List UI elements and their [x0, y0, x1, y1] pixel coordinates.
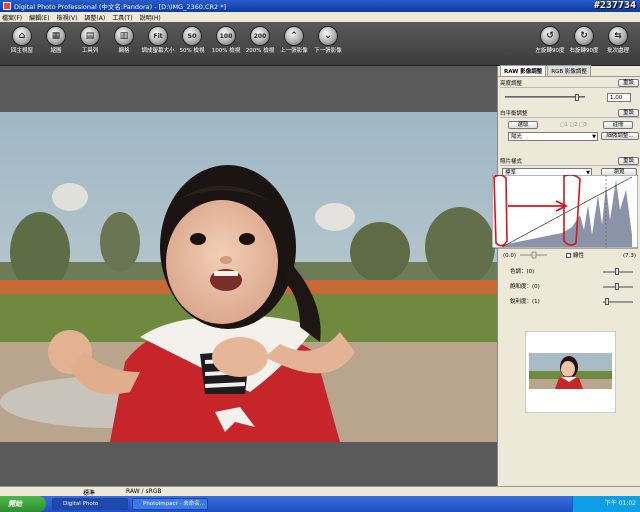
tool-palette-icon: ▤: [80, 26, 100, 46]
navigator-thumbnail[interactable]: [525, 331, 616, 413]
image-workspace: [0, 66, 497, 486]
tone-slider[interactable]: [603, 268, 633, 275]
home-icon: ⌂: [12, 26, 32, 46]
picture-style-label: 照片樣式: [500, 159, 523, 165]
brightness-slider[interactable]: [505, 94, 585, 101]
next-image-icon: ⌄: [318, 26, 338, 46]
thumbnail-icon: ▦: [46, 26, 66, 46]
menu-file[interactable]: 檔案(F): [2, 13, 22, 22]
previous-image-icon: ⌃: [284, 26, 304, 46]
menu-help[interactable]: 說明(H): [140, 13, 161, 22]
custom-wb-slots: □1 □2 □3: [560, 122, 587, 128]
main-window-button[interactable]: ⌂ 回主視窗: [4, 26, 40, 64]
white-balance-dropdown[interactable]: 陽光: [508, 132, 598, 141]
grid-icon: ▥: [114, 26, 134, 46]
white-balance-label: 白平衡調整: [500, 111, 528, 117]
tool-palette-button[interactable]: ▤ 工具列: [72, 26, 108, 64]
picture-style-reset-button[interactable]: 重設: [617, 157, 639, 165]
batch-process-button[interactable]: ⇆ 批次處理: [600, 26, 636, 64]
menu-edit[interactable]: 編輯(E): [29, 13, 49, 22]
sharpness-label: 銳利度：(1): [510, 299, 540, 305]
rotate-left-button[interactable]: ↺ 左旋轉90度: [532, 26, 568, 64]
start-button[interactable]: 開始: [0, 496, 46, 512]
range-high-value: (7.3): [623, 253, 637, 259]
menu-view[interactable]: 檢視(V): [57, 13, 78, 22]
menu-bar: 檔案(F) 編輯(E) 檢視(V) 調整(A) 工具(T) 說明(H): [0, 12, 640, 22]
fit-screen-icon: Fit: [148, 26, 168, 46]
windows-taskbar: 開始 Digital Photo Professio... PhotoImpac…: [0, 496, 640, 512]
fine-tune-button[interactable]: 細微調整...: [601, 132, 639, 140]
tab-raw-adjust[interactable]: RAW 影像調整: [500, 65, 547, 76]
zoom-100-button[interactable]: 100 100% 檢視: [208, 26, 244, 64]
tab-rgb-adjust[interactable]: RGB 影像調整: [547, 65, 591, 76]
rotate-left-icon: ↺: [540, 26, 560, 46]
task-photoimpact[interactable]: PhotoImpact - 未命名...: [132, 498, 208, 510]
linear-checkbox[interactable]: 線性: [566, 251, 584, 259]
task-dpp[interactable]: Digital Photo Professio...: [52, 498, 128, 510]
photo-image: [0, 112, 497, 442]
window-title-bar: Digital Photo Professional (中文名:Pandora)…: [0, 0, 640, 12]
sharpness-slider[interactable]: [603, 298, 633, 305]
brightness-reset-button[interactable]: 重設: [617, 79, 639, 87]
range-low-value: (0.0): [503, 253, 517, 259]
tone-slider-thumb[interactable]: [615, 268, 619, 275]
rotate-right-icon: ↻: [574, 26, 594, 46]
menu-adjust[interactable]: 調整(A): [84, 13, 105, 22]
saturation-label: 飽和度：(0): [510, 284, 540, 290]
menu-tools[interactable]: 工具(T): [112, 13, 132, 22]
tool-palette-tabs: RAW 影像調整 RGB 影像調整: [498, 65, 640, 77]
brightness-value-field[interactable]: 1.00: [607, 93, 631, 102]
register-button[interactable]: 註冊: [603, 121, 633, 129]
thumbnail-button[interactable]: ▦ 縮圖: [38, 26, 74, 64]
saturation-slider[interactable]: [603, 283, 633, 290]
zoom-50-button[interactable]: 50 50% 檢視: [174, 26, 210, 64]
rotate-right-button[interactable]: ↻ 右旋轉90度: [566, 26, 602, 64]
zoom-200-icon: 200: [250, 26, 270, 46]
tone-curve-histogram[interactable]: [492, 175, 638, 260]
zoom-50-icon: 50: [182, 26, 202, 46]
status-color-mode: RAW / sRGB: [126, 488, 162, 495]
watermark-id: #237734: [593, 0, 636, 11]
white-balance-reset-button[interactable]: 重設: [617, 109, 639, 117]
tool-palette: RAW 影像調整 RGB 影像調整 亮度調整 重設 1.00 白平衡調整 重設 …: [492, 65, 640, 486]
status-bar: 標準 RAW / sRGB: [0, 486, 640, 497]
photo-preview[interactable]: [0, 112, 497, 442]
brightness-slider-thumb[interactable]: [575, 94, 579, 101]
system-tray: 下午 01:02: [572, 496, 640, 512]
previous-image-button[interactable]: ⌃ 上一張影像: [276, 26, 312, 64]
brightness-section: 亮度調整 重設: [500, 79, 639, 88]
batch-process-icon: ⇆: [608, 26, 628, 46]
picture-style-section: 照片樣式 重設: [500, 157, 639, 166]
zoom-200-button[interactable]: 200 200% 檢視: [242, 26, 278, 64]
zoom-100-icon: 100: [216, 26, 236, 46]
white-balance-section: 白平衡調整 重設: [500, 109, 639, 118]
sharpness-slider-thumb[interactable]: [605, 298, 609, 305]
app-icon: [3, 2, 11, 10]
grid-button[interactable]: ▥ 網格: [106, 26, 142, 64]
main-toolbar: ⌂ 回主視窗 ▦ 縮圖 ▤ 工具列 ▥ 網格 Fit 調成螢幕大小 50 50%…: [0, 22, 640, 66]
tone-label: 色調：(0): [510, 269, 535, 275]
next-image-button[interactable]: ⌄ 下一張影像: [310, 26, 346, 64]
window-title: Digital Photo Professional (中文名:Pandora)…: [14, 3, 226, 11]
saturation-slider-thumb[interactable]: [615, 283, 619, 290]
brightness-label: 亮度調整: [500, 81, 523, 87]
eyedropper-button[interactable]: 選取: [508, 121, 538, 129]
linear-checkbox-box[interactable]: [566, 252, 571, 258]
fit-screen-button[interactable]: Fit 調成螢幕大小: [140, 26, 176, 64]
clock: 下午 01:02: [604, 500, 636, 507]
